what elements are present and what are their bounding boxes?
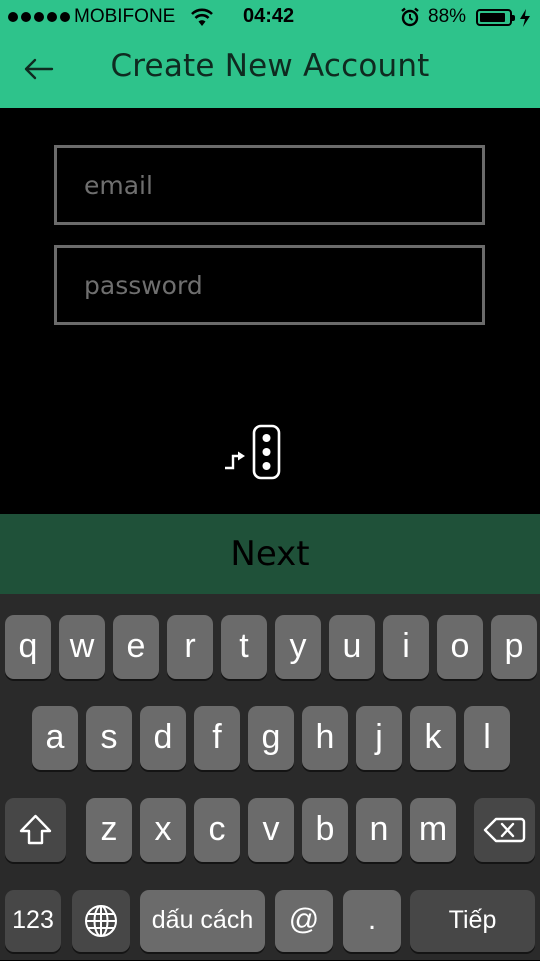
key-y[interactable]: y <box>275 615 321 679</box>
device-connect-icon <box>225 424 281 480</box>
globe-icon <box>85 905 117 937</box>
key-label: 123 <box>12 906 54 934</box>
keyboard: q w e r t y u i o p a s d f g h j k l z … <box>0 594 540 960</box>
shift-icon <box>19 814 52 845</box>
key-a[interactable]: a <box>32 706 78 770</box>
key-f[interactable]: f <box>194 706 240 770</box>
battery-icon <box>476 9 515 26</box>
key-label: . <box>367 903 377 936</box>
key-label: w <box>69 627 95 665</box>
key-x[interactable]: x <box>140 798 186 862</box>
password-field[interactable] <box>54 245 485 325</box>
key-r[interactable]: r <box>167 615 213 679</box>
key-label: u <box>342 627 362 665</box>
key-d[interactable]: d <box>140 706 186 770</box>
at-key[interactable]: @ <box>275 890 333 952</box>
key-w[interactable]: w <box>59 615 105 679</box>
key-j[interactable]: j <box>356 706 402 770</box>
key-label: x <box>154 810 172 848</box>
key-n[interactable]: n <box>356 798 402 862</box>
key-c[interactable]: c <box>194 798 240 862</box>
key-label: t <box>239 627 249 665</box>
key-z[interactable]: z <box>86 798 132 862</box>
key-b[interactable]: b <box>302 798 348 862</box>
key-i[interactable]: i <box>383 615 429 679</box>
key-v[interactable]: v <box>248 798 294 862</box>
key-label: v <box>262 810 280 848</box>
key-k[interactable]: k <box>410 706 456 770</box>
key-label: s <box>100 718 118 756</box>
key-label: d <box>153 718 173 756</box>
key-o[interactable]: o <box>437 615 483 679</box>
battery-level-fill <box>480 13 505 22</box>
key-label: p <box>504 627 524 665</box>
key-h[interactable]: h <box>302 706 348 770</box>
status-bar: MOBIFONE 04:42 88% <box>0 0 540 36</box>
key-e[interactable]: e <box>113 615 159 679</box>
key-label: a <box>45 718 65 756</box>
key-label: n <box>369 810 389 848</box>
key-label: Tiếp <box>448 906 497 934</box>
email-field[interactable] <box>54 145 485 225</box>
key-label: f <box>212 718 222 756</box>
key-q[interactable]: q <box>5 615 51 679</box>
key-label: l <box>483 718 491 756</box>
key-label: m <box>418 810 448 848</box>
password-input[interactable] <box>57 248 482 322</box>
key-label: g <box>261 718 281 756</box>
key-label: z <box>100 810 118 848</box>
backspace-icon <box>483 817 526 843</box>
page-title: Create New Account <box>110 48 430 84</box>
charging-icon <box>520 9 530 27</box>
key-label: q <box>18 627 38 665</box>
next-button[interactable]: Next <box>0 514 540 594</box>
key-g[interactable]: g <box>248 706 294 770</box>
email-input[interactable] <box>57 148 482 222</box>
key-label: h <box>315 718 335 756</box>
key-m[interactable]: m <box>410 798 456 862</box>
key-label: y <box>289 627 307 665</box>
key-label: j <box>375 718 383 756</box>
signal-strength-icon <box>8 12 70 22</box>
period-key[interactable]: . <box>343 890 401 952</box>
alarm-icon <box>401 7 419 27</box>
return-key[interactable]: Tiếp <box>410 890 535 952</box>
delete-key[interactable] <box>474 798 535 862</box>
header-bar: MOBIFONE 04:42 88% Create New Account <box>0 0 540 108</box>
key-l[interactable]: l <box>464 706 510 770</box>
key-label: i <box>402 627 410 665</box>
key-label: r <box>184 627 196 665</box>
key-label: @ <box>288 903 320 936</box>
carrier-name: MOBIFONE <box>74 6 176 27</box>
key-label: o <box>450 627 470 665</box>
key-p[interactable]: p <box>491 615 537 679</box>
key-u[interactable]: u <box>329 615 375 679</box>
key-s[interactable]: s <box>86 706 132 770</box>
globe-key[interactable] <box>72 890 130 952</box>
numbers-key[interactable]: 123 <box>5 890 61 952</box>
key-label: k <box>424 718 442 756</box>
key-label: dấu cách <box>151 906 254 934</box>
shift-key[interactable] <box>5 798 66 862</box>
space-key[interactable]: dấu cách <box>140 890 265 952</box>
wifi-icon <box>191 8 213 26</box>
key-label: b <box>315 810 335 848</box>
battery-percent: 88% <box>428 6 467 27</box>
key-label: e <box>126 627 146 665</box>
clock: 04:42 <box>243 5 295 27</box>
key-t[interactable]: t <box>221 615 267 679</box>
key-label: c <box>208 810 226 848</box>
